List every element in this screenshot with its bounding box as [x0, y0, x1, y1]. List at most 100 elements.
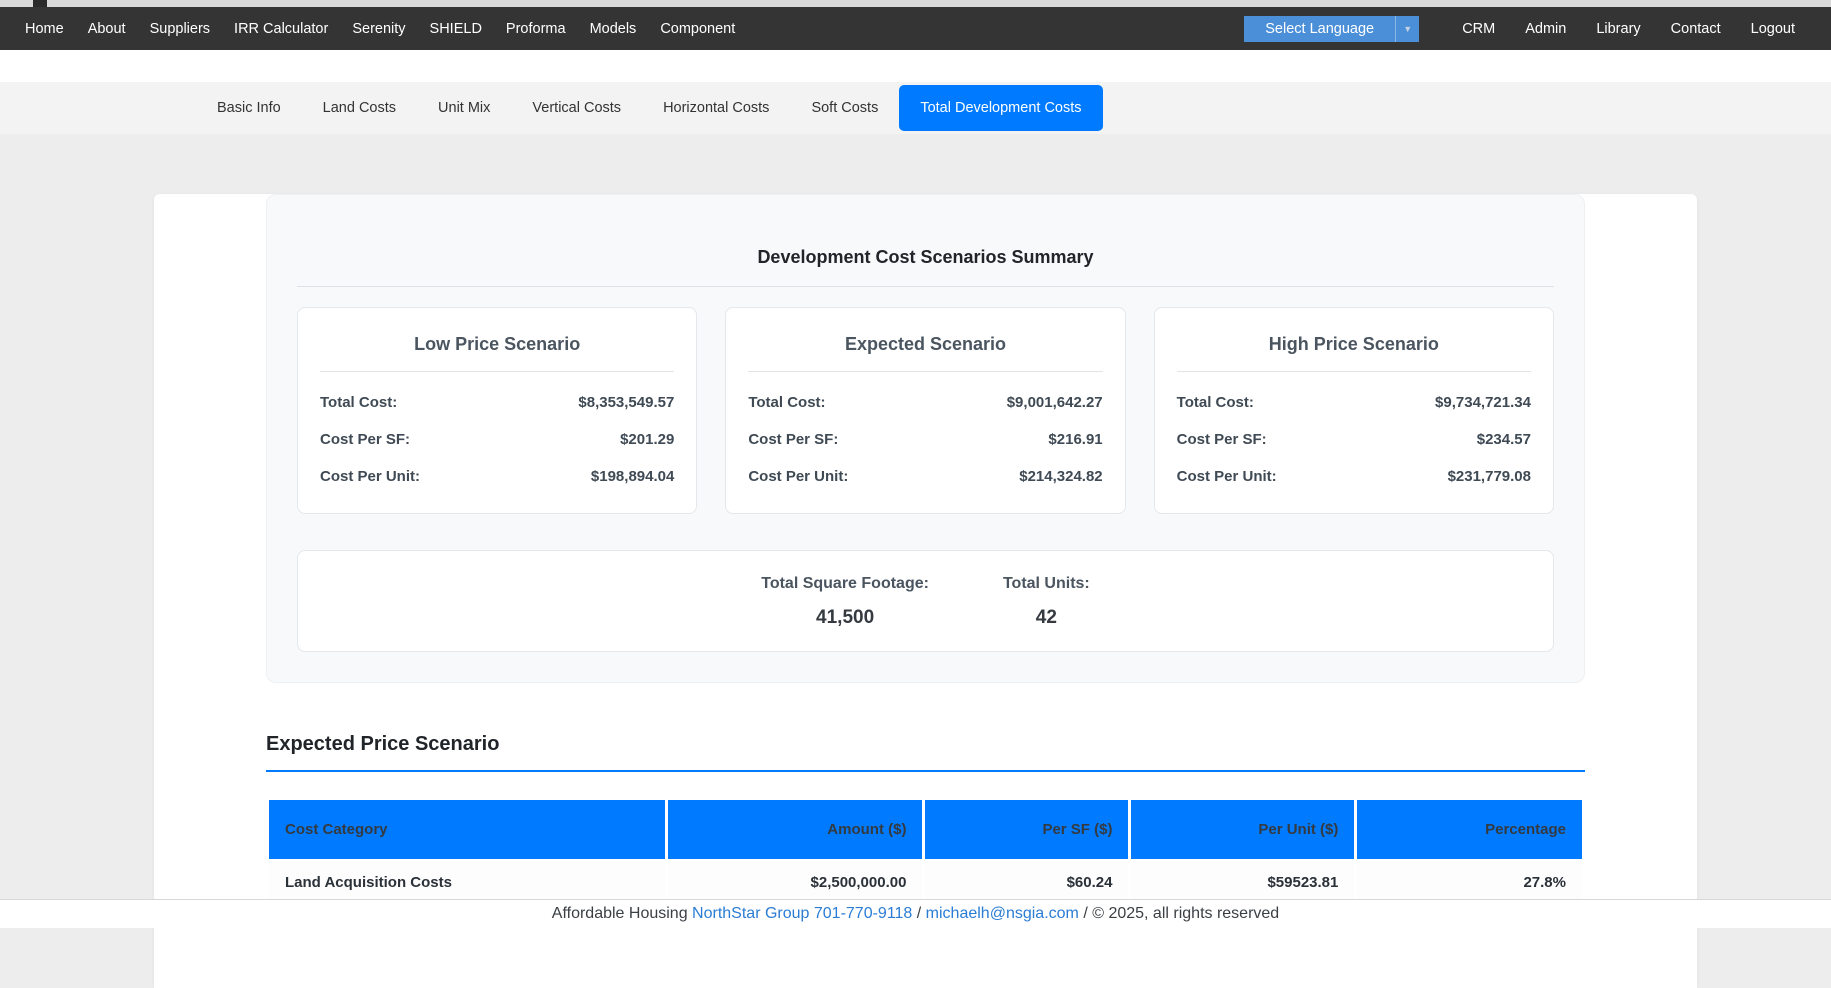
stat-value: $198,894.04 [591, 468, 674, 485]
nav-item-contact[interactable]: Contact [1656, 21, 1736, 37]
main-content-card: Development Cost Scenarios Summary Low P… [154, 194, 1697, 988]
nav-item-proforma[interactable]: Proforma [494, 21, 578, 37]
scenario-cards-row: Low Price Scenario Total Cost: $8,353,54… [297, 307, 1554, 514]
stat-label: Cost Per SF: [748, 431, 838, 448]
total-value: 41,500 [761, 607, 929, 629]
column-header-percentage[interactable]: Percentage [1357, 800, 1582, 859]
low-price-scenario-card: Low Price Scenario Total Cost: $8,353,54… [297, 307, 697, 514]
language-selector[interactable]: Select Language ▼ [1244, 16, 1419, 42]
footer-separator: / [912, 905, 925, 923]
stat-value: $9,001,642.27 [1007, 394, 1103, 411]
total-value: 42 [1003, 607, 1090, 629]
stat-label: Total Cost: [748, 394, 825, 411]
cost-breakdown-table: Cost Category Amount ($) Per SF ($) Per … [266, 798, 1585, 906]
table-header-row: Cost Category Amount ($) Per SF ($) Per … [269, 800, 1582, 859]
footer-email-link[interactable]: michaelh@nsgia.com [926, 905, 1079, 923]
cell-per-unit: $59523.81 [1131, 861, 1354, 904]
nav-item-home[interactable]: Home [13, 21, 76, 37]
tab-land-costs[interactable]: Land Costs [302, 85, 417, 131]
expected-price-scenario-section: Expected Price Scenario Cost Category Am… [266, 733, 1585, 906]
cell-per-sf: $60.24 [925, 861, 1128, 904]
footer-copyright: / © 2025, all rights reserved [1079, 905, 1279, 923]
scenario-card-title: Low Price Scenario [320, 334, 674, 355]
high-price-scenario-card: High Price Scenario Total Cost: $9,734,7… [1154, 307, 1554, 514]
nav-item-shield[interactable]: SHIELD [418, 21, 494, 37]
total-cost-row: Total Cost: $9,001,642.27 [748, 394, 1102, 411]
nav-item-crm[interactable]: CRM [1447, 21, 1510, 37]
chevron-down-icon: ▼ [1395, 16, 1419, 42]
nav-item-irr-calculator[interactable]: IRR Calculator [222, 21, 340, 37]
cost-per-sf-row: Cost Per SF: $234.57 [1177, 431, 1531, 448]
column-header-per-sf[interactable]: Per SF ($) [925, 800, 1128, 859]
cell-amount: $2,500,000.00 [668, 861, 923, 904]
summary-divider [297, 286, 1554, 287]
tab-soft-costs[interactable]: Soft Costs [790, 85, 899, 131]
navbar-right-links: Select Language ▼ CRM Admin Library Cont… [1244, 16, 1810, 42]
tab-bar: Basic Info Land Costs Unit Mix Vertical … [0, 82, 1831, 134]
scenario-card-title: Expected Scenario [748, 334, 1102, 355]
stat-value: $231,779.08 [1448, 468, 1531, 485]
stat-value: $8,353,549.57 [578, 394, 674, 411]
total-square-footage: Total Square Footage: 41,500 [761, 575, 929, 629]
column-header-amount[interactable]: Amount ($) [668, 800, 923, 859]
tab-vertical-costs[interactable]: Vertical Costs [511, 85, 642, 131]
cost-per-unit-row: Cost Per Unit: $231,779.08 [1177, 468, 1531, 485]
stat-value: $9,734,721.34 [1435, 394, 1531, 411]
window-corner-notch [33, 0, 47, 7]
stat-label: Total Cost: [1177, 394, 1254, 411]
nav-item-library[interactable]: Library [1581, 21, 1655, 37]
nav-item-component[interactable]: Component [648, 21, 747, 37]
navbar-left-links: Home About Suppliers IRR Calculator Sere… [13, 21, 747, 37]
tab-total-development-costs[interactable]: Total Development Costs [899, 85, 1102, 131]
nav-item-admin[interactable]: Admin [1510, 21, 1581, 37]
nav-item-models[interactable]: Models [578, 21, 649, 37]
tab-unit-mix[interactable]: Unit Mix [417, 85, 511, 131]
stat-label: Cost Per Unit: [748, 468, 848, 485]
stat-label: Cost Per SF: [320, 431, 410, 448]
cost-per-unit-row: Cost Per Unit: $214,324.82 [748, 468, 1102, 485]
project-totals-card: Total Square Footage: 41,500 Total Units… [297, 550, 1554, 652]
header-spacer [0, 50, 1831, 82]
cost-per-unit-row: Cost Per Unit: $198,894.04 [320, 468, 674, 485]
footer-text-prefix: Affordable Housing [552, 905, 692, 923]
total-units: Total Units: 42 [1003, 575, 1090, 629]
stat-label: Total Cost: [320, 394, 397, 411]
section-heading: Expected Price Scenario [266, 733, 1585, 756]
page-footer: Affordable Housing NorthStar Group 701-7… [0, 899, 1831, 928]
expected-scenario-card: Expected Scenario Total Cost: $9,001,642… [725, 307, 1125, 514]
cell-cost-category: Land Acquisition Costs [269, 861, 665, 904]
nav-item-suppliers[interactable]: Suppliers [138, 21, 222, 37]
tab-horizontal-costs[interactable]: Horizontal Costs [642, 85, 790, 131]
stat-value: $216.91 [1048, 431, 1102, 448]
stat-label: Cost Per SF: [1177, 431, 1267, 448]
total-cost-row: Total Cost: $9,734,721.34 [1177, 394, 1531, 411]
scenario-card-divider [1177, 371, 1531, 372]
total-cost-row: Total Cost: $8,353,549.57 [320, 394, 674, 411]
scenario-card-title: High Price Scenario [1177, 334, 1531, 355]
stat-value: $234.57 [1477, 431, 1531, 448]
column-header-cost-category[interactable]: Cost Category [269, 800, 665, 859]
main-navbar: Home About Suppliers IRR Calculator Sere… [0, 7, 1831, 50]
language-selector-label: Select Language [1244, 21, 1395, 37]
cost-per-sf-row: Cost Per SF: $216.91 [748, 431, 1102, 448]
column-header-per-unit[interactable]: Per Unit ($) [1131, 800, 1354, 859]
stat-value: $201.29 [620, 431, 674, 448]
total-label: Total Square Footage: [761, 575, 929, 593]
cell-percentage: 27.8% [1357, 861, 1582, 904]
tab-basic-info[interactable]: Basic Info [196, 85, 302, 131]
nav-item-logout[interactable]: Logout [1736, 21, 1810, 37]
heading-underline [266, 770, 1585, 772]
scenario-card-divider [320, 371, 674, 372]
scenarios-summary-panel: Development Cost Scenarios Summary Low P… [266, 194, 1585, 683]
nav-item-serenity[interactable]: Serenity [340, 21, 417, 37]
window-top-strip [0, 0, 1831, 7]
total-label: Total Units: [1003, 575, 1090, 593]
cost-per-sf-row: Cost Per SF: $201.29 [320, 431, 674, 448]
nav-item-about[interactable]: About [76, 21, 138, 37]
table-row: Land Acquisition Costs $2,500,000.00 $60… [269, 861, 1582, 904]
stat-value: $214,324.82 [1019, 468, 1102, 485]
summary-title: Development Cost Scenarios Summary [297, 247, 1554, 268]
table-header: Cost Category Amount ($) Per SF ($) Per … [269, 800, 1582, 859]
footer-phone-link[interactable]: NorthStar Group 701-770-9118 [692, 905, 912, 923]
scenario-card-divider [748, 371, 1102, 372]
